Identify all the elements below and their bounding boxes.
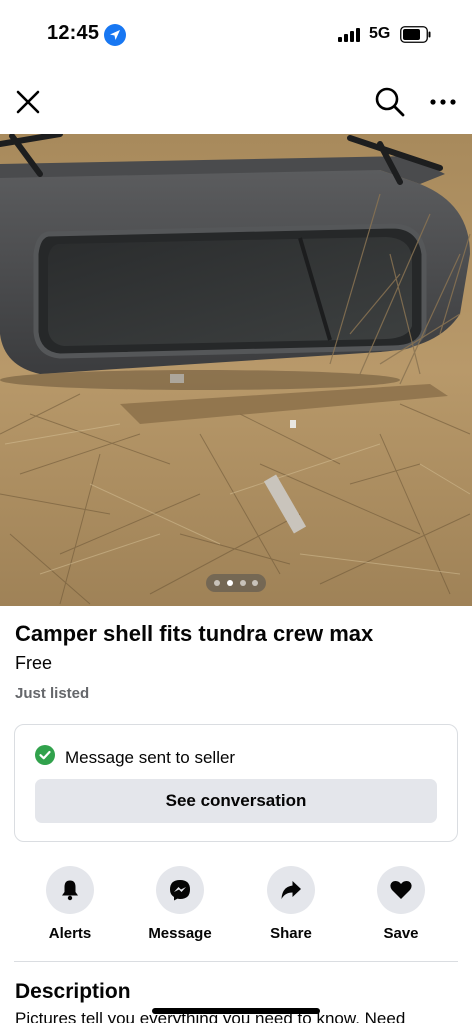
description-heading: Description — [15, 980, 131, 1003]
network-type: 5G — [369, 25, 391, 42]
status-bar: 12:45 5G — [0, 0, 472, 70]
page-dot — [252, 580, 258, 586]
message-sent-card: Message sent to seller See conversation — [14, 724, 458, 842]
check-circle-icon — [35, 745, 55, 765]
message-label: Message — [148, 925, 212, 942]
see-conversation-button[interactable]: See conversation — [35, 779, 437, 823]
message-button[interactable]: Message — [135, 862, 225, 942]
home-indicator[interactable] — [152, 1008, 320, 1014]
listing-timestamp: Just listed — [15, 685, 90, 702]
status-time: 12:45 — [47, 22, 100, 44]
alerts-label: Alerts — [48, 925, 92, 942]
page-dot — [214, 580, 220, 586]
cellular-signal-icon — [338, 28, 360, 42]
more-icon[interactable] — [428, 88, 458, 116]
share-label: Share — [270, 925, 312, 942]
heart-icon — [377, 866, 425, 914]
nav-bar — [0, 70, 472, 134]
share-arrow-icon — [267, 866, 315, 914]
page-dot-active — [227, 580, 233, 586]
message-status: Message sent to seller — [65, 748, 236, 767]
battery-icon — [400, 26, 432, 43]
photo-page-indicator — [206, 574, 266, 592]
save-label: Save — [383, 925, 419, 942]
share-button[interactable]: Share — [246, 862, 336, 942]
search-icon[interactable] — [374, 86, 406, 118]
action-bar: Alerts Message Share Save — [0, 862, 472, 952]
listing-price: Free — [15, 653, 53, 673]
close-icon[interactable] — [14, 88, 42, 116]
messenger-icon — [156, 866, 204, 914]
save-button[interactable]: Save — [356, 862, 446, 942]
location-arrow-icon — [104, 24, 126, 46]
alerts-button[interactable]: Alerts — [25, 862, 115, 942]
listing-title: Camper shell fits tundra crew max — [15, 621, 374, 646]
bell-icon — [46, 866, 94, 914]
listing-photo[interactable] — [0, 134, 472, 606]
section-divider — [14, 961, 458, 962]
page-dot — [240, 580, 246, 586]
